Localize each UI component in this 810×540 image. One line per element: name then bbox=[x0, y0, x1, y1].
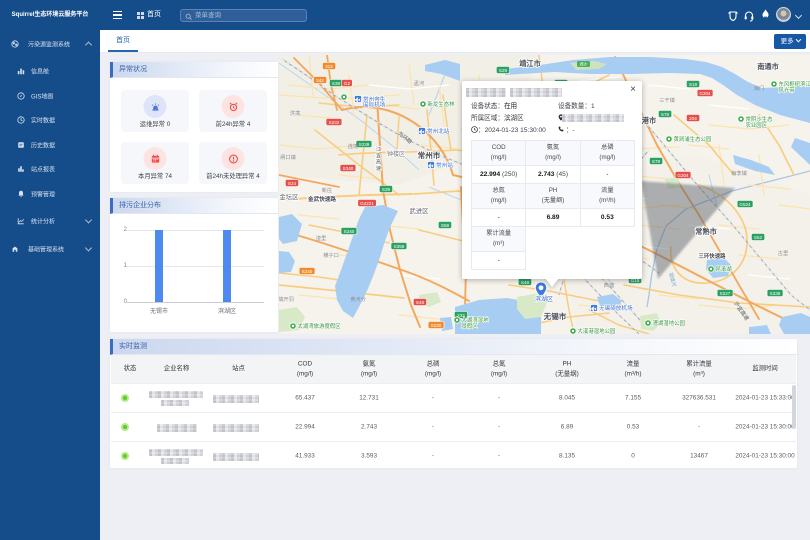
svg-text:常州市: 常州市 bbox=[418, 150, 441, 160]
svg-text:闸口镇: 闸口镇 bbox=[280, 153, 296, 161]
svg-text:S240: S240 bbox=[344, 229, 355, 234]
svg-text:古里: 古里 bbox=[778, 249, 788, 257]
svg-text:太湖湾旅游度假区: 太湖湾旅游度假区 bbox=[298, 322, 342, 330]
svg-text:S48: S48 bbox=[521, 280, 530, 285]
svg-text:港市: 港市 bbox=[642, 116, 656, 125]
svg-text:黄河分: 黄河分 bbox=[350, 295, 366, 303]
svg-text:S239: S239 bbox=[359, 142, 370, 147]
svg-text:S340: S340 bbox=[343, 166, 354, 171]
svg-text:钟楼区: 钟楼区 bbox=[387, 150, 405, 158]
svg-text:204: 204 bbox=[689, 116, 697, 121]
svg-text:S358: S358 bbox=[394, 244, 405, 249]
svg-text:常州北站: 常州北站 bbox=[427, 127, 450, 135]
svg-text:S227: S227 bbox=[720, 291, 731, 296]
svg-text:大湖湾湿地: 大湖湾湿地 bbox=[462, 316, 490, 324]
svg-text:漕湖湿地公园: 漕湖湿地公园 bbox=[653, 319, 685, 327]
svg-text:S79: S79 bbox=[652, 159, 661, 164]
svg-text:武进区: 武进区 bbox=[409, 206, 429, 215]
svg-text:G4221: G4221 bbox=[360, 201, 374, 206]
svg-text:国际机场: 国际机场 bbox=[363, 101, 386, 109]
svg-text:金武快速路: 金武快速路 bbox=[307, 195, 336, 203]
svg-text:靖江市: 靖江市 bbox=[519, 59, 541, 68]
svg-text:风光带: 风光带 bbox=[779, 86, 796, 94]
svg-text:S48: S48 bbox=[416, 300, 425, 305]
svg-text:湟里: 湟里 bbox=[316, 234, 326, 242]
svg-text:S338: S338 bbox=[770, 291, 781, 296]
svg-text:滨湖区: 滨湖区 bbox=[535, 295, 553, 303]
svg-text:三干镇: 三干镇 bbox=[659, 96, 675, 104]
svg-text:三环快速路: 三环快速路 bbox=[699, 252, 727, 260]
svg-text:江宜高速: 江宜高速 bbox=[375, 146, 381, 172]
svg-text:金坛区: 金坛区 bbox=[279, 192, 299, 201]
svg-text:黄涧浦生态公园: 黄涧浦生态公园 bbox=[674, 135, 712, 143]
svg-text:昆承湖: 昆承湖 bbox=[716, 265, 732, 273]
svg-text:G524: G524 bbox=[739, 202, 751, 207]
svg-text:景假区: 景假区 bbox=[462, 322, 479, 330]
svg-text:新庄: 新庄 bbox=[322, 186, 332, 194]
svg-text:常阴沙生态: 常阴沙生态 bbox=[746, 115, 774, 123]
svg-text:S39: S39 bbox=[382, 187, 391, 192]
svg-text:洪荡: 洪荡 bbox=[290, 109, 300, 117]
svg-text:S29: S29 bbox=[499, 68, 508, 73]
svg-text:梅李镇: 梅李镇 bbox=[731, 169, 747, 177]
svg-text:S230: S230 bbox=[431, 323, 442, 328]
svg-text:S19: S19 bbox=[689, 82, 698, 87]
svg-text:新龙生态林: 新龙生态林 bbox=[428, 100, 456, 108]
svg-text:无锡市: 无锡市 bbox=[543, 311, 567, 321]
svg-text:G2: G2 bbox=[344, 81, 351, 86]
svg-text:海门: 海门 bbox=[754, 84, 764, 92]
svg-text:西沙: 西沙 bbox=[580, 62, 588, 67]
svg-text:连境: 连境 bbox=[348, 142, 358, 150]
svg-text:S232: S232 bbox=[329, 120, 340, 125]
svg-text:342: 342 bbox=[316, 78, 324, 83]
svg-text:大溪港湿地公园: 大溪港湿地公园 bbox=[578, 327, 616, 334]
svg-text:孟河: 孟河 bbox=[414, 79, 424, 87]
svg-text:S38: S38 bbox=[332, 81, 341, 86]
svg-text:填开羽: 填开羽 bbox=[279, 295, 294, 303]
svg-text:G204: G204 bbox=[677, 173, 689, 178]
svg-text:农业园区: 农业园区 bbox=[746, 121, 768, 129]
svg-text:常熟市: 常熟市 bbox=[695, 227, 717, 236]
svg-text:南通市: 南通市 bbox=[757, 62, 779, 71]
svg-text:无锡硕放机场: 无锡硕放机场 bbox=[599, 304, 633, 312]
svg-text:S52: S52 bbox=[754, 235, 763, 240]
svg-text:S240: S240 bbox=[302, 269, 313, 274]
svg-text:S58: S58 bbox=[441, 223, 450, 228]
svg-text:S78: S78 bbox=[661, 112, 670, 117]
svg-text:西塘: 西塘 bbox=[604, 281, 614, 289]
svg-text:312: 312 bbox=[325, 64, 333, 69]
svg-text:G204: G204 bbox=[699, 91, 711, 96]
svg-text:常州站: 常州站 bbox=[436, 161, 453, 169]
svg-text:横子口: 横子口 bbox=[323, 251, 339, 259]
svg-text:S24: S24 bbox=[288, 181, 297, 186]
svg-text:东风枢纽滨江: 东风枢纽滨江 bbox=[779, 80, 810, 88]
